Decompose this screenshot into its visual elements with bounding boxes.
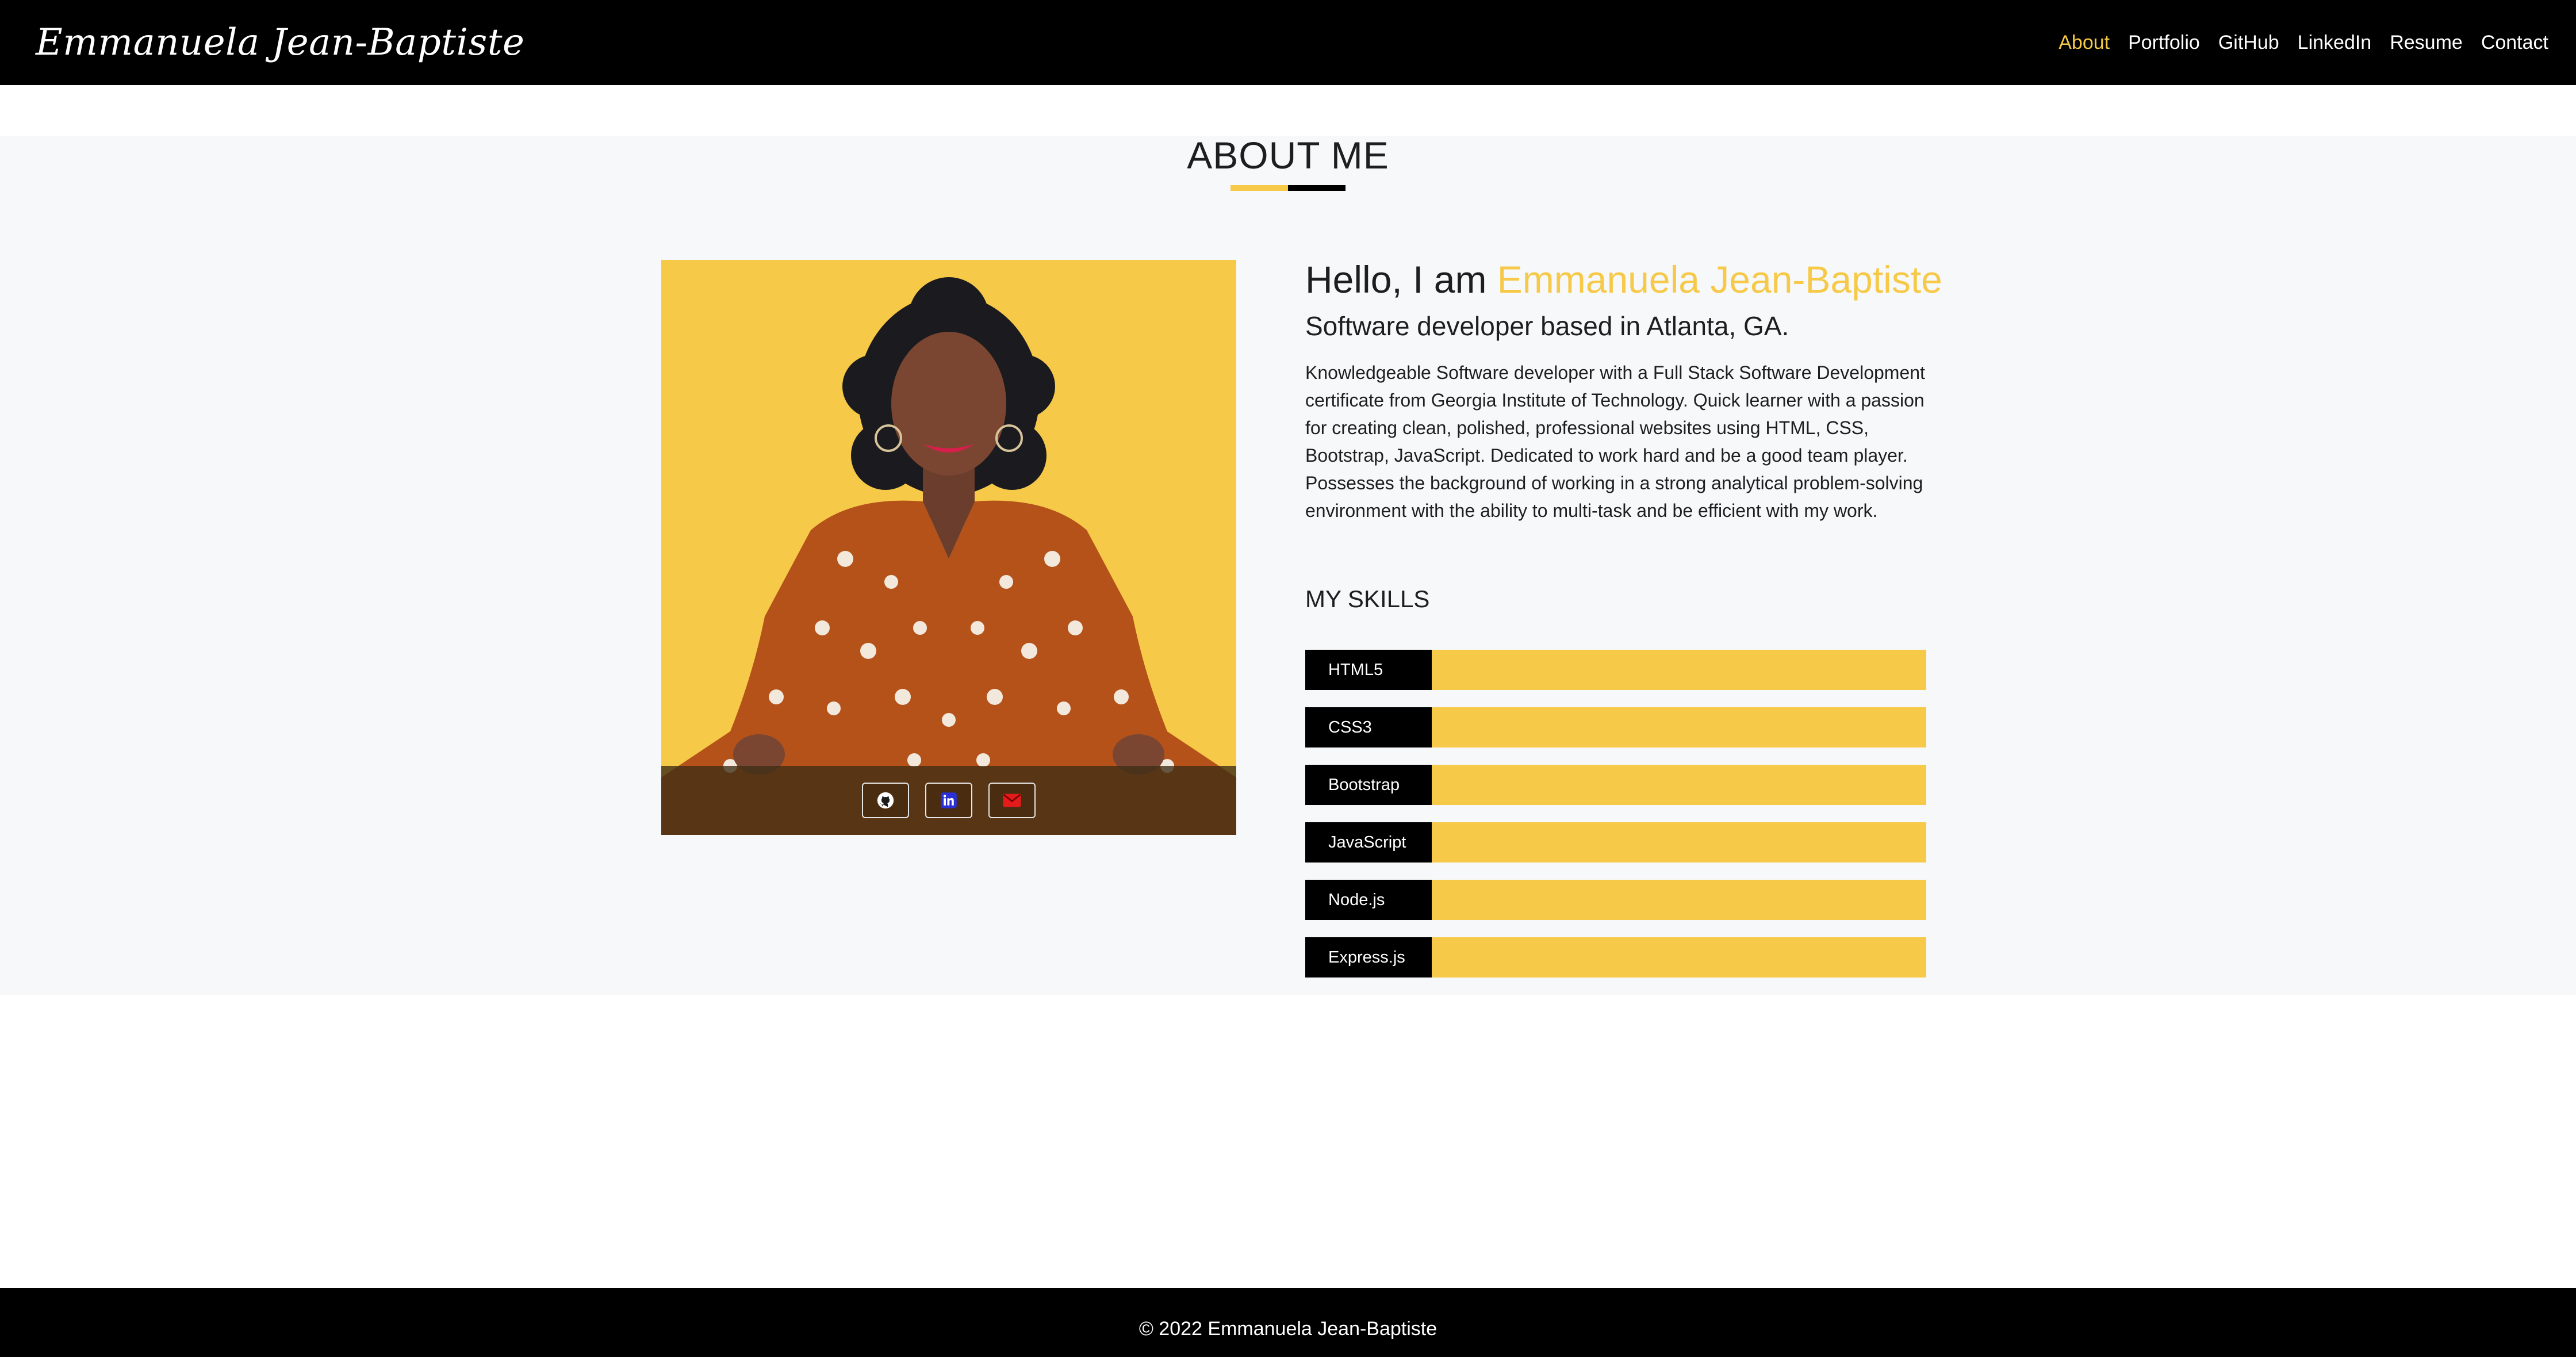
navbar: Emmanuela Jean-Baptiste About Portfolio …: [0, 0, 2576, 85]
skill-label: Node.js: [1305, 880, 1432, 920]
skill-label: JavaScript: [1305, 822, 1432, 862]
nav-link-github[interactable]: GitHub: [2218, 32, 2279, 54]
greeting-prefix: Hello, I am: [1305, 258, 1497, 301]
nav-link-contact[interactable]: Contact: [2481, 32, 2548, 54]
github-icon: [877, 792, 894, 809]
skill-label: CSS3: [1305, 707, 1432, 747]
brand-logo[interactable]: Emmanuela Jean-Baptiste: [36, 21, 524, 64]
skill-fill: [1432, 765, 1926, 805]
title-underline-dark: [1288, 185, 1346, 191]
nav-link-resume[interactable]: Resume: [2390, 32, 2463, 54]
skill-label: HTML5: [1305, 650, 1432, 690]
skill-fill: [1432, 822, 1926, 862]
email-button[interactable]: [988, 783, 1036, 818]
skills-heading: MY SKILLS: [1305, 585, 1430, 612]
title-underline-accent: [1230, 185, 1288, 191]
skill-bar-expressjs: Express.js: [1305, 937, 1926, 977]
skill-fill: [1432, 937, 1926, 977]
section-title: ABOUT ME: [1187, 134, 1389, 177]
skill-label: Express.js: [1305, 937, 1432, 977]
subtitle: Software developer based in Atlanta, GA.: [1305, 311, 1789, 341]
skill-bar-html5: HTML5: [1305, 650, 1926, 690]
skill-bar-nodejs: Node.js: [1305, 880, 1926, 920]
greeting-name: Emmanuela Jean-Baptiste: [1497, 258, 1942, 301]
linkedin-icon: [941, 792, 957, 808]
skill-bar-javascript: JavaScript: [1305, 822, 1926, 862]
email-icon: [1003, 793, 1021, 807]
skill-fill: [1432, 880, 1926, 920]
profile-photo: [661, 260, 1236, 835]
linkedin-button[interactable]: [925, 783, 972, 818]
portrait-illustration: [661, 277, 1236, 835]
social-overlay: [661, 766, 1236, 835]
nav-link-portfolio[interactable]: Portfolio: [2128, 32, 2200, 54]
nav-link-about[interactable]: About: [2058, 32, 2110, 54]
nav-link-linkedin[interactable]: LinkedIn: [2298, 32, 2372, 54]
skill-label: Bootstrap: [1305, 765, 1432, 805]
greeting-heading: Hello, I am Emmanuela Jean-Baptiste: [1305, 258, 1942, 301]
bio-paragraph: Knowledgeable Software developer with a …: [1305, 362, 1925, 521]
skill-bar-css3: CSS3: [1305, 707, 1926, 747]
copyright-text: © 2022 Emmanuela Jean-Baptiste: [1138, 1317, 1438, 1340]
github-button[interactable]: [862, 783, 909, 818]
footer: © 2022 Emmanuela Jean-Baptiste: [0, 1288, 2576, 1357]
skill-bar-bootstrap: Bootstrap: [1305, 765, 1926, 805]
about-section: ABOUT ME Hello, I am Emmanuela Jean-Bapt…: [0, 134, 2576, 995]
skill-fill: [1432, 650, 1926, 690]
nav-links: About Portfolio GitHub LinkedIn Resume C…: [2040, 32, 2548, 54]
skill-fill: [1432, 707, 1926, 747]
